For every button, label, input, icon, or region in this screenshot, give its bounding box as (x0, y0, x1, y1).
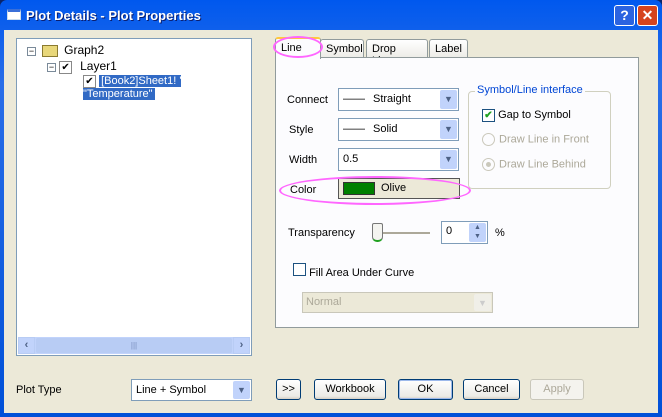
tree-label: [Book2]Sheet1! ' "Temperature" (83, 75, 182, 100)
plot-checkbox[interactable]: ✔ (83, 75, 96, 88)
tab-label[interactable]: Label (429, 39, 468, 58)
tab-symbol[interactable]: Symbol (320, 39, 364, 58)
symbol-line-groupbox: Symbol/Line interface ✔ Gap to Symbol Dr… (468, 84, 611, 189)
width-select[interactable]: 0.5 ▼ (338, 148, 459, 171)
title-bar: Plot Details - Plot Properties ? ✕ (0, 0, 662, 30)
plot-type-label: Plot Type (16, 384, 62, 396)
draw-front-radio[interactable]: Draw Line in Front (482, 133, 589, 146)
chevron-down-icon: ▼ (474, 294, 491, 311)
fill-mode-select[interactable]: Normal ▼ (302, 292, 493, 313)
fill-label: Fill Area Under Curve (309, 267, 415, 279)
highlight-ellipse (279, 176, 471, 205)
cancel-button[interactable]: Cancel (463, 379, 520, 400)
spin-arrows-icon[interactable]: ▲ ▼ (469, 223, 486, 242)
transparency-label: Transparency (288, 227, 355, 239)
highlight-ellipse (273, 36, 323, 58)
scroll-right-icon[interactable]: › (233, 337, 250, 354)
draw-behind-radio[interactable]: Draw Line Behind (482, 158, 586, 171)
scroll-thumb[interactable]: ||| (36, 338, 232, 353)
expand-button[interactable]: >> (276, 379, 301, 400)
plot-type-select[interactable]: Line + Symbol ▼ (131, 379, 252, 401)
checkbox-icon (293, 263, 306, 276)
style-label: Style (289, 124, 314, 136)
dialog-body: − Graph2 − ✔ Layer1 ✔ [Book2]Sheet1! ' "… (4, 30, 658, 413)
check-icon: ✔ (482, 109, 495, 122)
transparency-value: 0 (446, 225, 453, 237)
close-button[interactable]: ✕ (637, 5, 658, 26)
window-title: Plot Details - Plot Properties (26, 8, 201, 23)
fill-area-checkbox[interactable]: Fill Area Under Curve (293, 263, 414, 279)
connect-label: Connect (287, 94, 328, 106)
gap-label: Gap to Symbol (498, 109, 571, 121)
transparency-input[interactable]: 0 ▲ ▼ (441, 221, 488, 244)
dialog-window: Plot Details - Plot Properties ? ✕ − Gra… (0, 0, 662, 417)
chevron-down-icon: ▼ (440, 90, 457, 109)
behind-label: Draw Line Behind (499, 158, 586, 171)
connect-select[interactable]: —— Straight ▼ (338, 88, 459, 111)
percent-label: % (495, 227, 505, 239)
scroll-left-icon[interactable]: ‹ (18, 337, 35, 354)
radio-icon (482, 133, 495, 146)
workbook-button[interactable]: Workbook (314, 379, 386, 400)
collapse-icon[interactable]: − (27, 47, 36, 56)
width-label: Width (289, 154, 318, 166)
apply-button[interactable]: Apply (530, 379, 584, 400)
style-value: Solid (373, 123, 398, 135)
style-select[interactable]: —— Solid ▼ (338, 118, 459, 141)
chevron-down-icon: ▼ (233, 381, 250, 399)
tree-item-plot[interactable]: ✔ [Book2]Sheet1! ' "Temperature" (83, 75, 251, 100)
chevron-down-icon: ▼ (440, 120, 457, 139)
chevron-down-icon: ▼ (440, 150, 457, 169)
width-value: 0.5 (343, 153, 359, 165)
tree-label: Graph2 (64, 43, 105, 57)
folder-icon (42, 45, 59, 58)
group-title: Symbol/Line interface (475, 84, 585, 96)
front-label: Draw Line in Front (499, 133, 589, 146)
window-icon (7, 9, 21, 20)
tree-item-layer[interactable]: − ✔ Layer1 (47, 59, 117, 74)
gap-to-symbol-checkbox[interactable]: ✔ Gap to Symbol (482, 109, 571, 122)
slider-thumb[interactable] (372, 223, 383, 242)
fill-mode-value: Normal (306, 296, 342, 308)
collapse-icon[interactable]: − (47, 63, 56, 72)
tab-drop-lines[interactable]: Drop Lines (366, 39, 428, 67)
ok-button[interactable]: OK (398, 379, 453, 400)
plot-tree: − Graph2 − ✔ Layer1 ✔ [Book2]Sheet1! ' "… (16, 38, 252, 356)
help-button[interactable]: ? (614, 5, 635, 26)
layer-checkbox[interactable]: ✔ (59, 61, 73, 74)
radio-selected-icon (482, 158, 495, 171)
plot-type-value: Line + Symbol (136, 384, 207, 396)
tree-item-graph[interactable]: − Graph2 (27, 43, 105, 58)
connect-value: Straight (373, 93, 411, 105)
tree-label: Layer1 (80, 59, 117, 73)
horizontal-scrollbar[interactable]: ‹ ||| › (18, 337, 250, 354)
